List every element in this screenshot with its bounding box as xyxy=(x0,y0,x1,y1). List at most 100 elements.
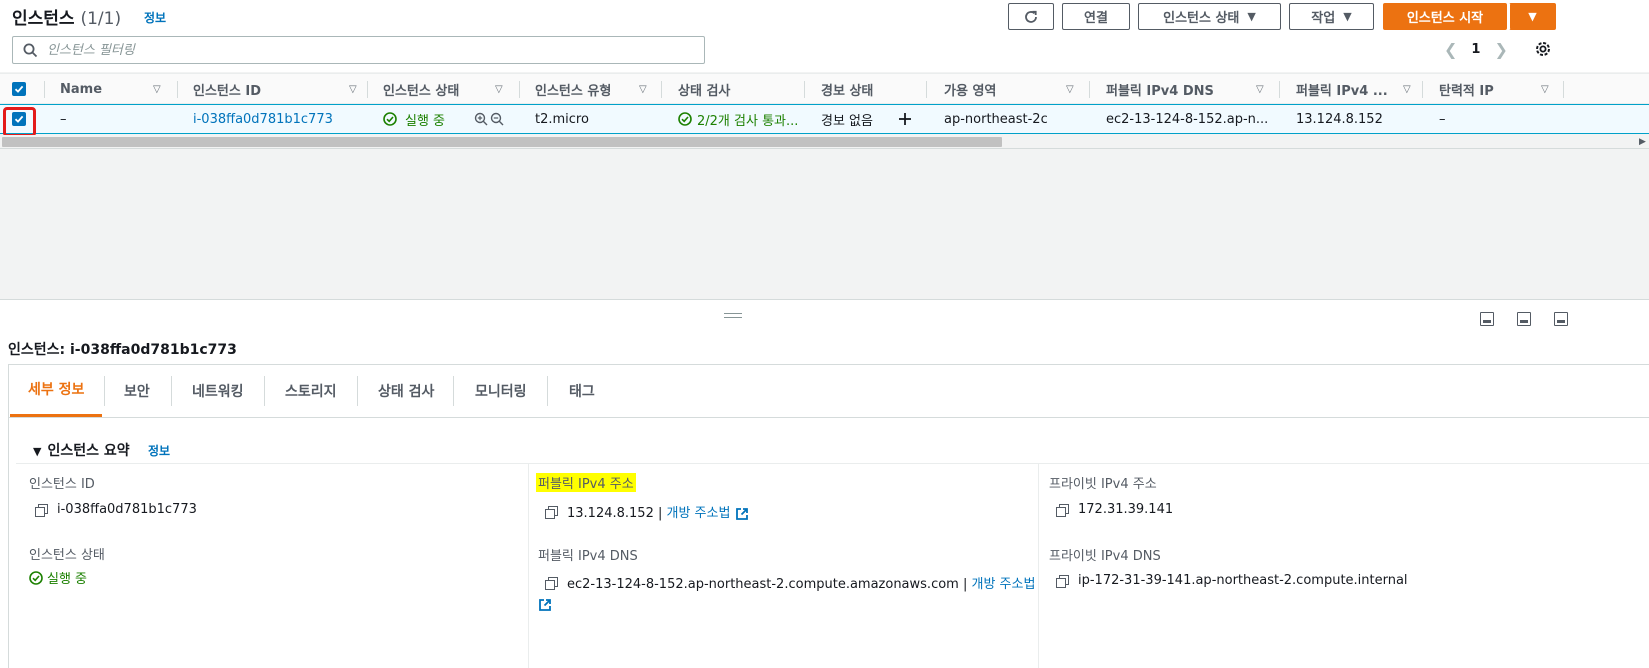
public-dns-value: ec2-13-124-8-152.ap-northeast-2.compute.… xyxy=(545,573,1035,592)
chevron-left-icon[interactable]: ❮ xyxy=(1444,40,1457,59)
copy-icon[interactable] xyxy=(35,503,48,517)
filter-row: ❮ 1 ❯ xyxy=(0,34,1649,72)
detail-tabs: 세부 정보 보안 네트워킹 스토리지 상태 검사 모니터링 태그 xyxy=(8,364,1649,418)
checkbox[interactable] xyxy=(12,82,26,96)
detail-title: 인스턴스: i-038ffa0d781b1c773 xyxy=(8,342,237,358)
filter-input[interactable] xyxy=(47,40,687,60)
cell-elastic-ip: – xyxy=(1439,111,1446,127)
select-all-checkbox[interactable] xyxy=(12,74,26,104)
pagination: ❮ 1 ❯ xyxy=(1444,40,1508,59)
column-label: 상태 검사 xyxy=(678,83,731,99)
state-text: 실행 중 xyxy=(47,572,88,587)
launch-dropdown-button[interactable]: ▼ xyxy=(1509,3,1556,30)
zoom-in-icon[interactable] xyxy=(474,112,488,126)
scroll-right-icon[interactable]: ▶ xyxy=(1639,137,1646,147)
refresh-button[interactable] xyxy=(1008,3,1054,30)
column-divider xyxy=(804,81,805,98)
column-label: 경보 상태 xyxy=(821,83,874,99)
sort-icon[interactable]: ▽ xyxy=(153,84,161,95)
column-divider xyxy=(1563,81,1564,98)
cell-status-check: 2/2개 검사 통과... xyxy=(678,105,798,133)
column-instance-state[interactable]: 인스턴스 상태 ▽ xyxy=(383,74,513,104)
tab-details[interactable]: 세부 정보 xyxy=(10,364,103,417)
section-info-link[interactable]: 정보 xyxy=(148,442,170,459)
refresh-icon xyxy=(1025,10,1037,23)
cell-public-dns: ec2-13-124-8-152.ap-n... xyxy=(1106,111,1269,127)
column-status-check[interactable]: 상태 검사 xyxy=(678,74,798,104)
tab-divider xyxy=(547,376,548,406)
caret-down-icon: ▼ xyxy=(1528,10,1537,23)
page-number[interactable]: 1 xyxy=(1471,42,1480,57)
sort-icon[interactable]: ▽ xyxy=(1256,84,1264,95)
tab-monitoring[interactable]: 모니터링 xyxy=(475,364,527,417)
sort-icon[interactable]: ▽ xyxy=(349,84,357,95)
table-row[interactable]: – i-038ffa0d781b1c773 실행 중 t2.micro 2/2개… xyxy=(0,104,1649,134)
copy-icon[interactable] xyxy=(545,576,558,590)
external-link-icon[interactable] xyxy=(735,507,749,521)
instance-state-label: 인스턴스 상태 xyxy=(1163,11,1240,26)
chevron-right-icon[interactable]: ❯ xyxy=(1494,40,1507,59)
open-address-link[interactable]: 개방 주소법 xyxy=(971,577,1035,592)
tab-storage[interactable]: 스토리지 xyxy=(285,364,337,417)
table-header: Name ▽ 인스턴스 ID ▽ 인스턴스 상태 ▽ 인스턴스 유형 ▽ 상태 검사 경… xyxy=(0,73,1649,104)
status-check-text: 2/2개 검사 통과... xyxy=(697,113,799,129)
sort-icon[interactable]: ▽ xyxy=(495,84,503,95)
public-ip-text-group: 13.124.8.152 | 개방 주소법 xyxy=(567,502,749,521)
tab-networking[interactable]: 네트워킹 xyxy=(192,364,244,417)
instance-state-label: 인스턴스 상태 xyxy=(29,548,105,563)
sort-icon[interactable]: ▽ xyxy=(1403,84,1411,95)
column-name[interactable]: Name ▽ xyxy=(60,74,170,104)
panel-bottom-icon[interactable] xyxy=(1480,312,1494,326)
connect-button[interactable]: 연결 xyxy=(1062,3,1130,30)
external-link-icon[interactable] xyxy=(538,598,552,612)
column-divider xyxy=(177,81,178,98)
private-ip-label: 프라이빗 IPv4 주소 xyxy=(1049,477,1157,492)
open-address-link[interactable]: 개방 주소법 xyxy=(667,506,731,521)
sort-icon[interactable]: ▽ xyxy=(1066,84,1074,95)
sort-icon[interactable]: ▽ xyxy=(639,84,647,95)
panel-full-icon[interactable] xyxy=(1554,312,1568,326)
info-link[interactable]: 정보 xyxy=(144,9,166,26)
caret-down-icon: ▼ xyxy=(1343,10,1352,23)
panel-side-icon[interactable] xyxy=(1517,312,1531,326)
tab-tags[interactable]: 태그 xyxy=(569,364,595,417)
column-divider xyxy=(1038,464,1039,668)
column-instance-type[interactable]: 인스턴스 유형 ▽ xyxy=(535,74,655,104)
column-label: 퍼블릭 IPv4 ... xyxy=(1296,83,1388,99)
tab-status-checks[interactable]: 상태 검사 xyxy=(378,364,434,417)
summary-divider xyxy=(16,463,1649,464)
copy-icon[interactable] xyxy=(1056,574,1069,588)
copy-icon[interactable] xyxy=(545,505,558,519)
caret-down-icon: ▼ xyxy=(1247,10,1256,23)
tab-security[interactable]: 보안 xyxy=(124,364,150,417)
column-alarm-status[interactable]: 경보 상태 xyxy=(821,74,921,104)
column-label: 가용 영역 xyxy=(944,83,997,99)
zoom-out-icon[interactable] xyxy=(490,112,504,126)
actions-dropdown[interactable]: 작업 ▼ xyxy=(1289,3,1374,30)
column-public-ip[interactable]: 퍼블릭 IPv4 ... ▽ xyxy=(1296,74,1416,104)
scrollbar-thumb[interactable] xyxy=(2,137,1002,147)
section-title[interactable]: ▼ 인스턴스 요약 xyxy=(33,440,130,460)
sort-icon[interactable]: ▽ xyxy=(1541,84,1549,95)
copy-icon[interactable] xyxy=(1056,503,1069,517)
gear-icon[interactable] xyxy=(1533,39,1553,59)
instance-id-label: 인스턴스 ID xyxy=(29,477,95,492)
add-alarm-plus-icon[interactable] xyxy=(898,105,912,133)
column-label: Name xyxy=(60,81,103,97)
annotation-box xyxy=(3,107,36,137)
instance-state-dropdown[interactable]: 인스턴스 상태 ▼ xyxy=(1138,3,1281,30)
column-elastic-ip[interactable]: 탄력적 IP ▽ xyxy=(1439,74,1559,104)
private-dns-text: ip-172-31-39-141.ap-northeast-2.compute.… xyxy=(1078,573,1408,588)
public-ip-text: 13.124.8.152 | xyxy=(567,506,663,521)
check-circle-icon xyxy=(383,112,397,126)
column-instance-id[interactable]: 인스턴스 ID ▽ xyxy=(193,74,363,104)
cell-instance-id-link[interactable]: i-038ffa0d781b1c773 xyxy=(193,105,333,133)
search-box[interactable] xyxy=(12,36,705,64)
cell-availability-zone: ap-northeast-2c xyxy=(944,111,1048,127)
resize-handle-icon[interactable] xyxy=(724,313,742,318)
launch-instance-button[interactable]: 인스턴스 시작 xyxy=(1383,3,1507,30)
column-availability-zone[interactable]: 가용 영역 ▽ xyxy=(944,74,1079,104)
column-public-dns[interactable]: 퍼블릭 IPv4 DNS ▽ xyxy=(1106,74,1271,104)
selection-count: (1/1) xyxy=(80,9,122,29)
tab-divider xyxy=(357,376,358,406)
